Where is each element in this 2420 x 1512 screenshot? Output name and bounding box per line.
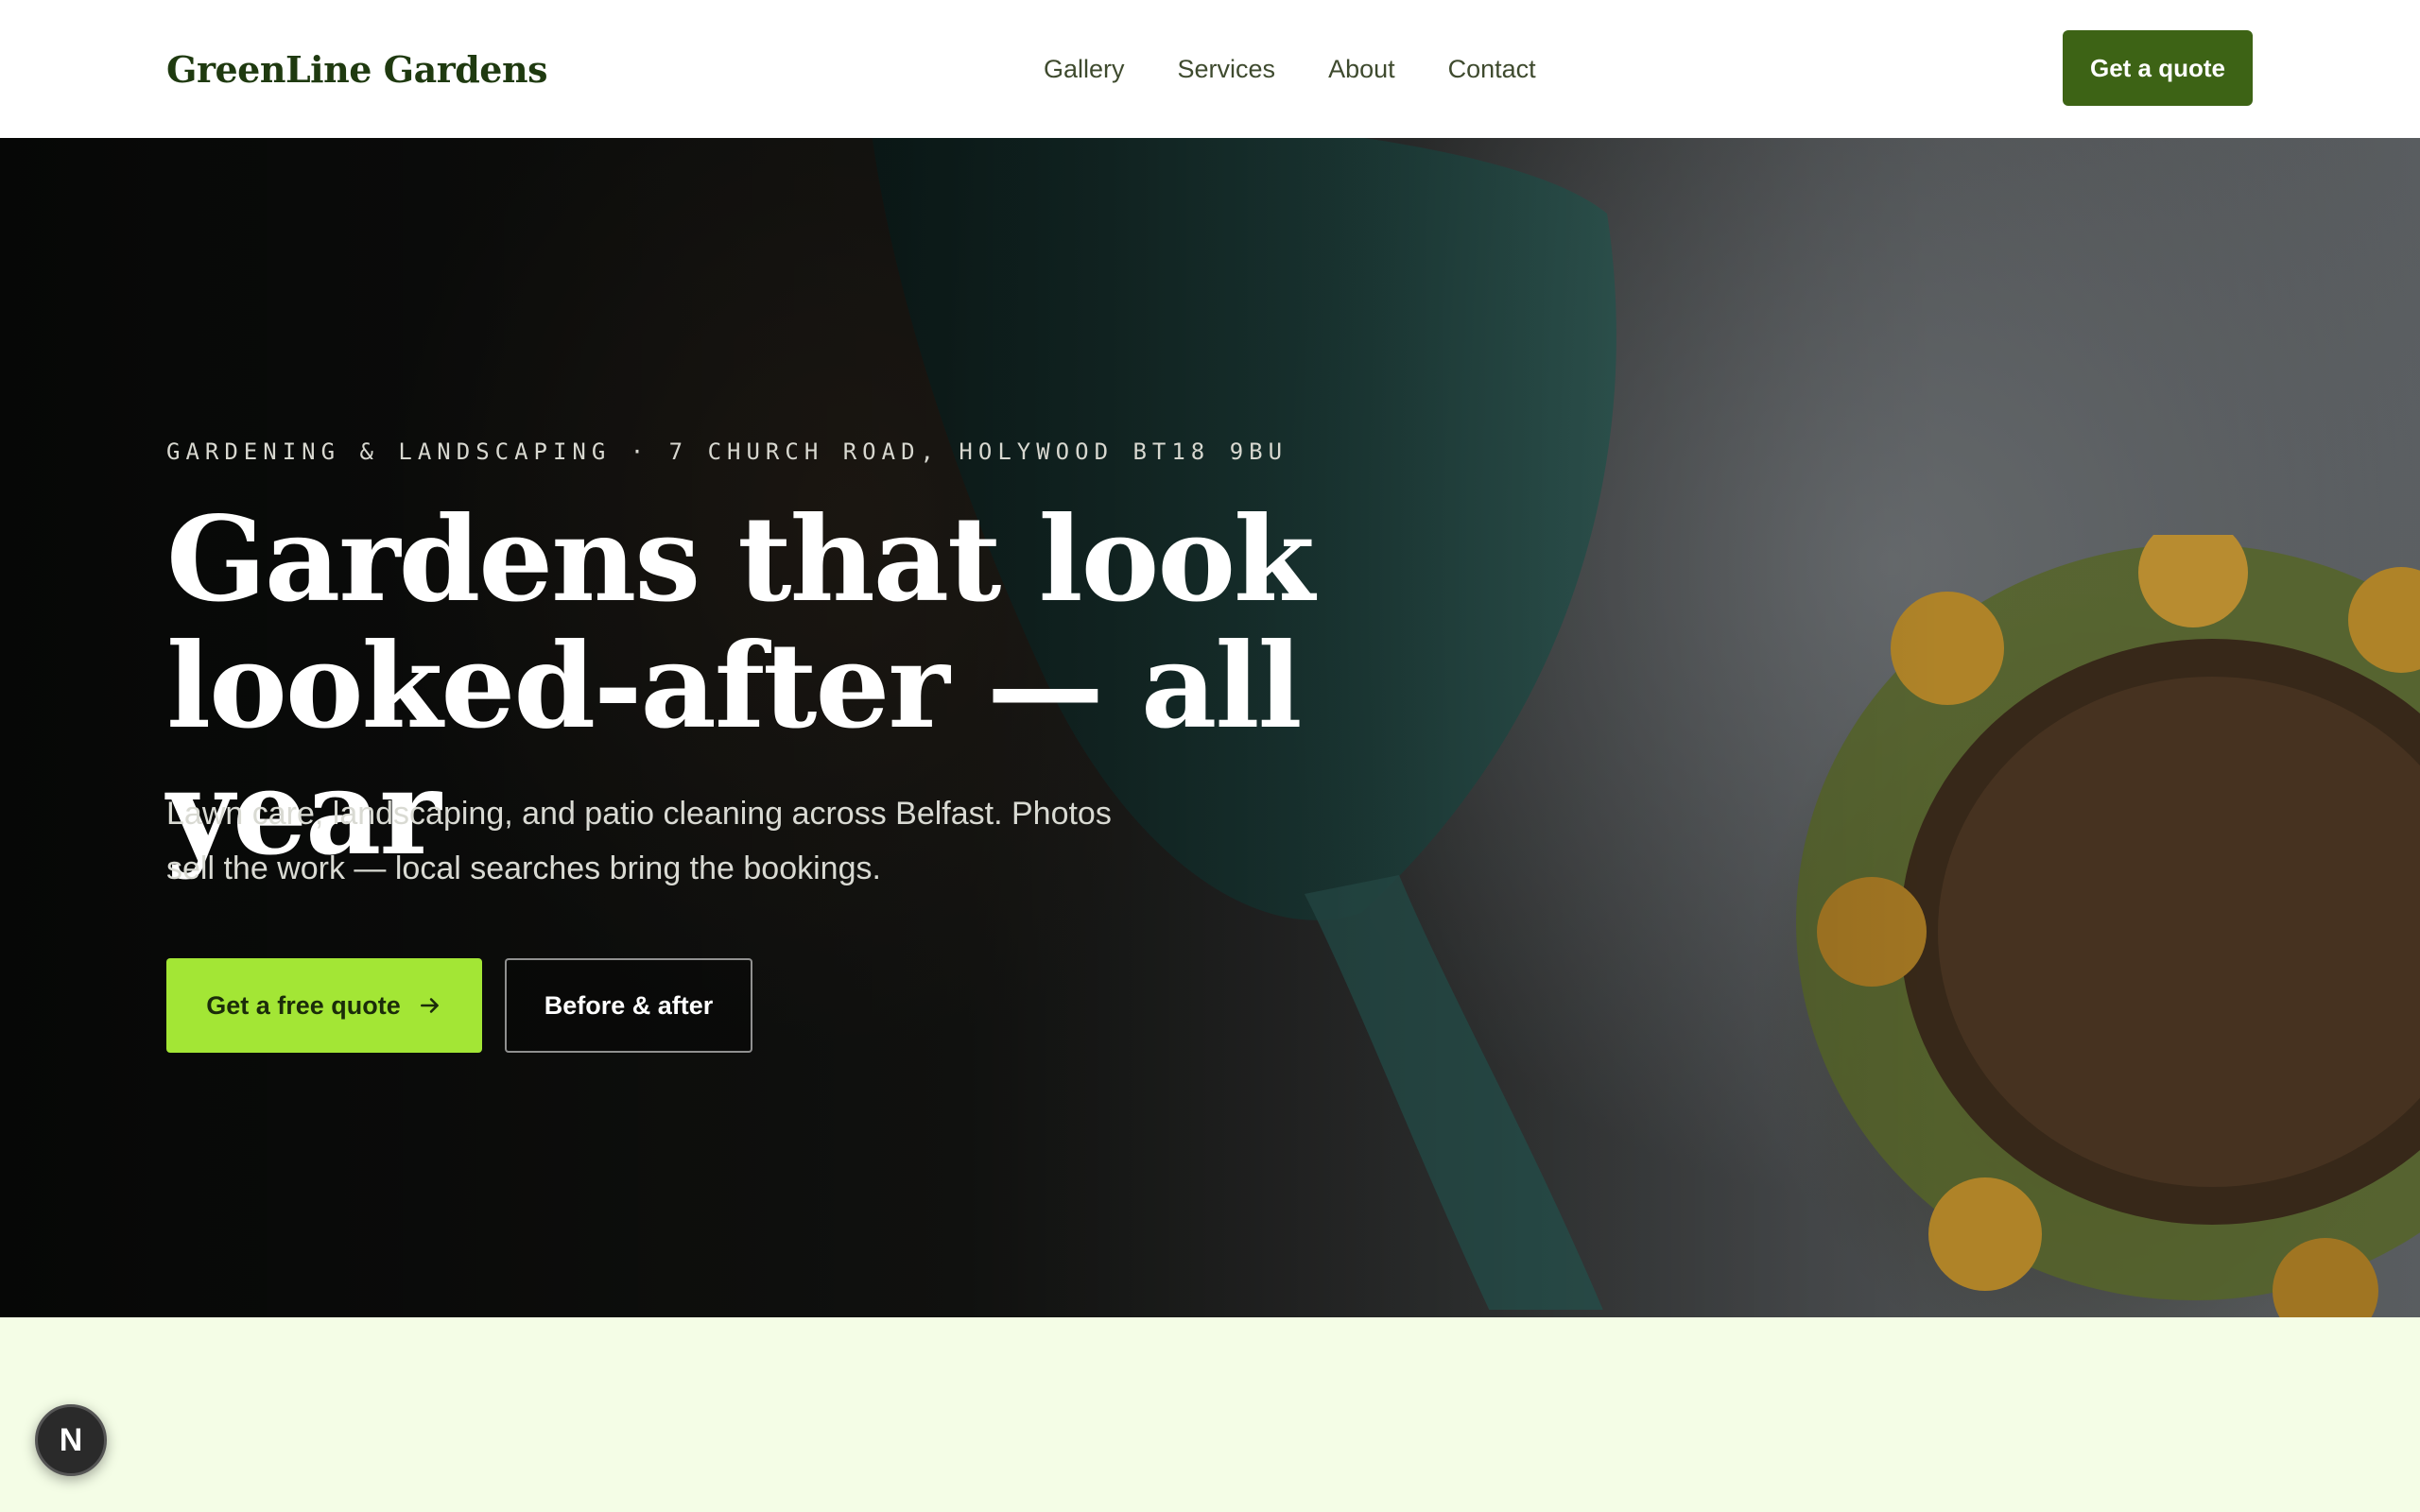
main-nav: Gallery Services About Contact — [1044, 0, 1589, 138]
get-free-quote-button[interactable]: Get a free quote — [166, 958, 482, 1053]
site-header: GreenLine Gardens Gallery Services About… — [0, 0, 2420, 138]
brand-logo[interactable]: GreenLine Gardens — [166, 48, 548, 91]
dev-tools-button[interactable]: N — [35, 1404, 107, 1476]
hero-section: GARDENING & LANDSCAPING · 7 CHURCH ROAD,… — [0, 138, 2420, 1317]
nav-link-contact[interactable]: Contact — [1448, 55, 1536, 84]
hero-eyebrow: GARDENING & LANDSCAPING · 7 CHURCH ROAD,… — [166, 438, 1288, 465]
nav-link-about[interactable]: About — [1328, 55, 1395, 84]
get-free-quote-label: Get a free quote — [206, 990, 401, 1020]
arrow-right-icon — [420, 998, 439, 1013]
get-a-quote-button[interactable]: Get a quote — [2063, 30, 2253, 106]
nav-link-gallery[interactable]: Gallery — [1044, 55, 1125, 84]
hero-subtext: Lawn care, landscaping, and patio cleani… — [166, 796, 1112, 886]
nav-link-services[interactable]: Services — [1178, 55, 1276, 84]
before-after-button[interactable]: Before & after — [505, 958, 752, 1053]
next-section — [0, 1317, 2420, 1512]
hero-headline-line-1: Gardens that look — [166, 491, 1315, 628]
